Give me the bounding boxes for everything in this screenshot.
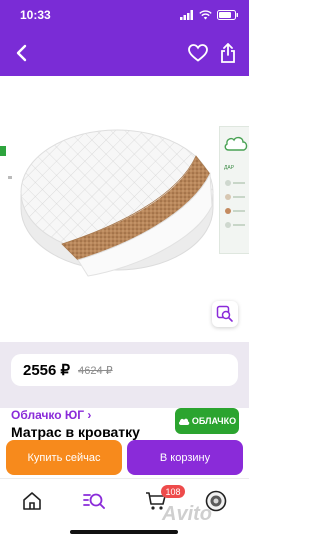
photo-search-button[interactable]	[212, 301, 238, 327]
wifi-icon	[199, 10, 212, 20]
battery-icon	[217, 10, 238, 20]
chevron-left-icon	[16, 44, 27, 62]
favorite-button[interactable]	[187, 42, 209, 64]
buy-now-button[interactable]: Купить сейчас	[6, 440, 122, 475]
heart-icon	[188, 44, 208, 62]
shop-badge[interactable]: ОБЛАЧКО	[175, 408, 239, 434]
image-search-icon	[216, 305, 233, 322]
share-button[interactable]	[217, 41, 239, 65]
product-gallery[interactable]: ДАР	[0, 76, 249, 342]
signal-icon	[180, 10, 193, 20]
round-mattress-image	[8, 129, 232, 277]
home-icon	[23, 492, 41, 510]
bottom-tab-bar: 108 Avito	[0, 478, 249, 540]
tab-profile[interactable]	[204, 489, 228, 513]
top-nav-bar	[0, 30, 249, 76]
listing-title: Матрас в кроватку	[11, 424, 140, 440]
side-tag: ДАР	[224, 165, 235, 171]
tab-search[interactable]	[82, 489, 106, 513]
current-price: 2556 ₽	[23, 362, 71, 379]
shop-badge-label: ОБЛАЧКО	[191, 416, 237, 426]
tab-home[interactable]	[20, 489, 44, 513]
status-icons	[180, 10, 239, 20]
add-to-cart-button[interactable]: В корзину	[127, 440, 243, 475]
back-button[interactable]	[8, 40, 34, 66]
status-time: 10:33	[20, 8, 51, 22]
cloud-logo-icon	[224, 136, 248, 151]
home-indicator	[70, 530, 178, 534]
profile-icon	[205, 490, 227, 512]
share-icon	[221, 43, 235, 63]
feature-list-icon	[225, 180, 245, 228]
status-bar: 10:33	[0, 0, 249, 30]
next-image-edge: ДАР	[219, 126, 249, 254]
seller-link[interactable]: Облачко ЮГ ›	[11, 408, 91, 422]
old-price: 4624 ₽	[78, 364, 113, 377]
price-card: 2556 ₽ 4624 ₽	[11, 354, 238, 386]
price-section: 2556 ₽ 4624 ₽	[0, 342, 249, 408]
cart-count-badge: 108	[161, 485, 185, 498]
cloud-icon	[178, 418, 190, 425]
search-icon	[83, 493, 105, 509]
